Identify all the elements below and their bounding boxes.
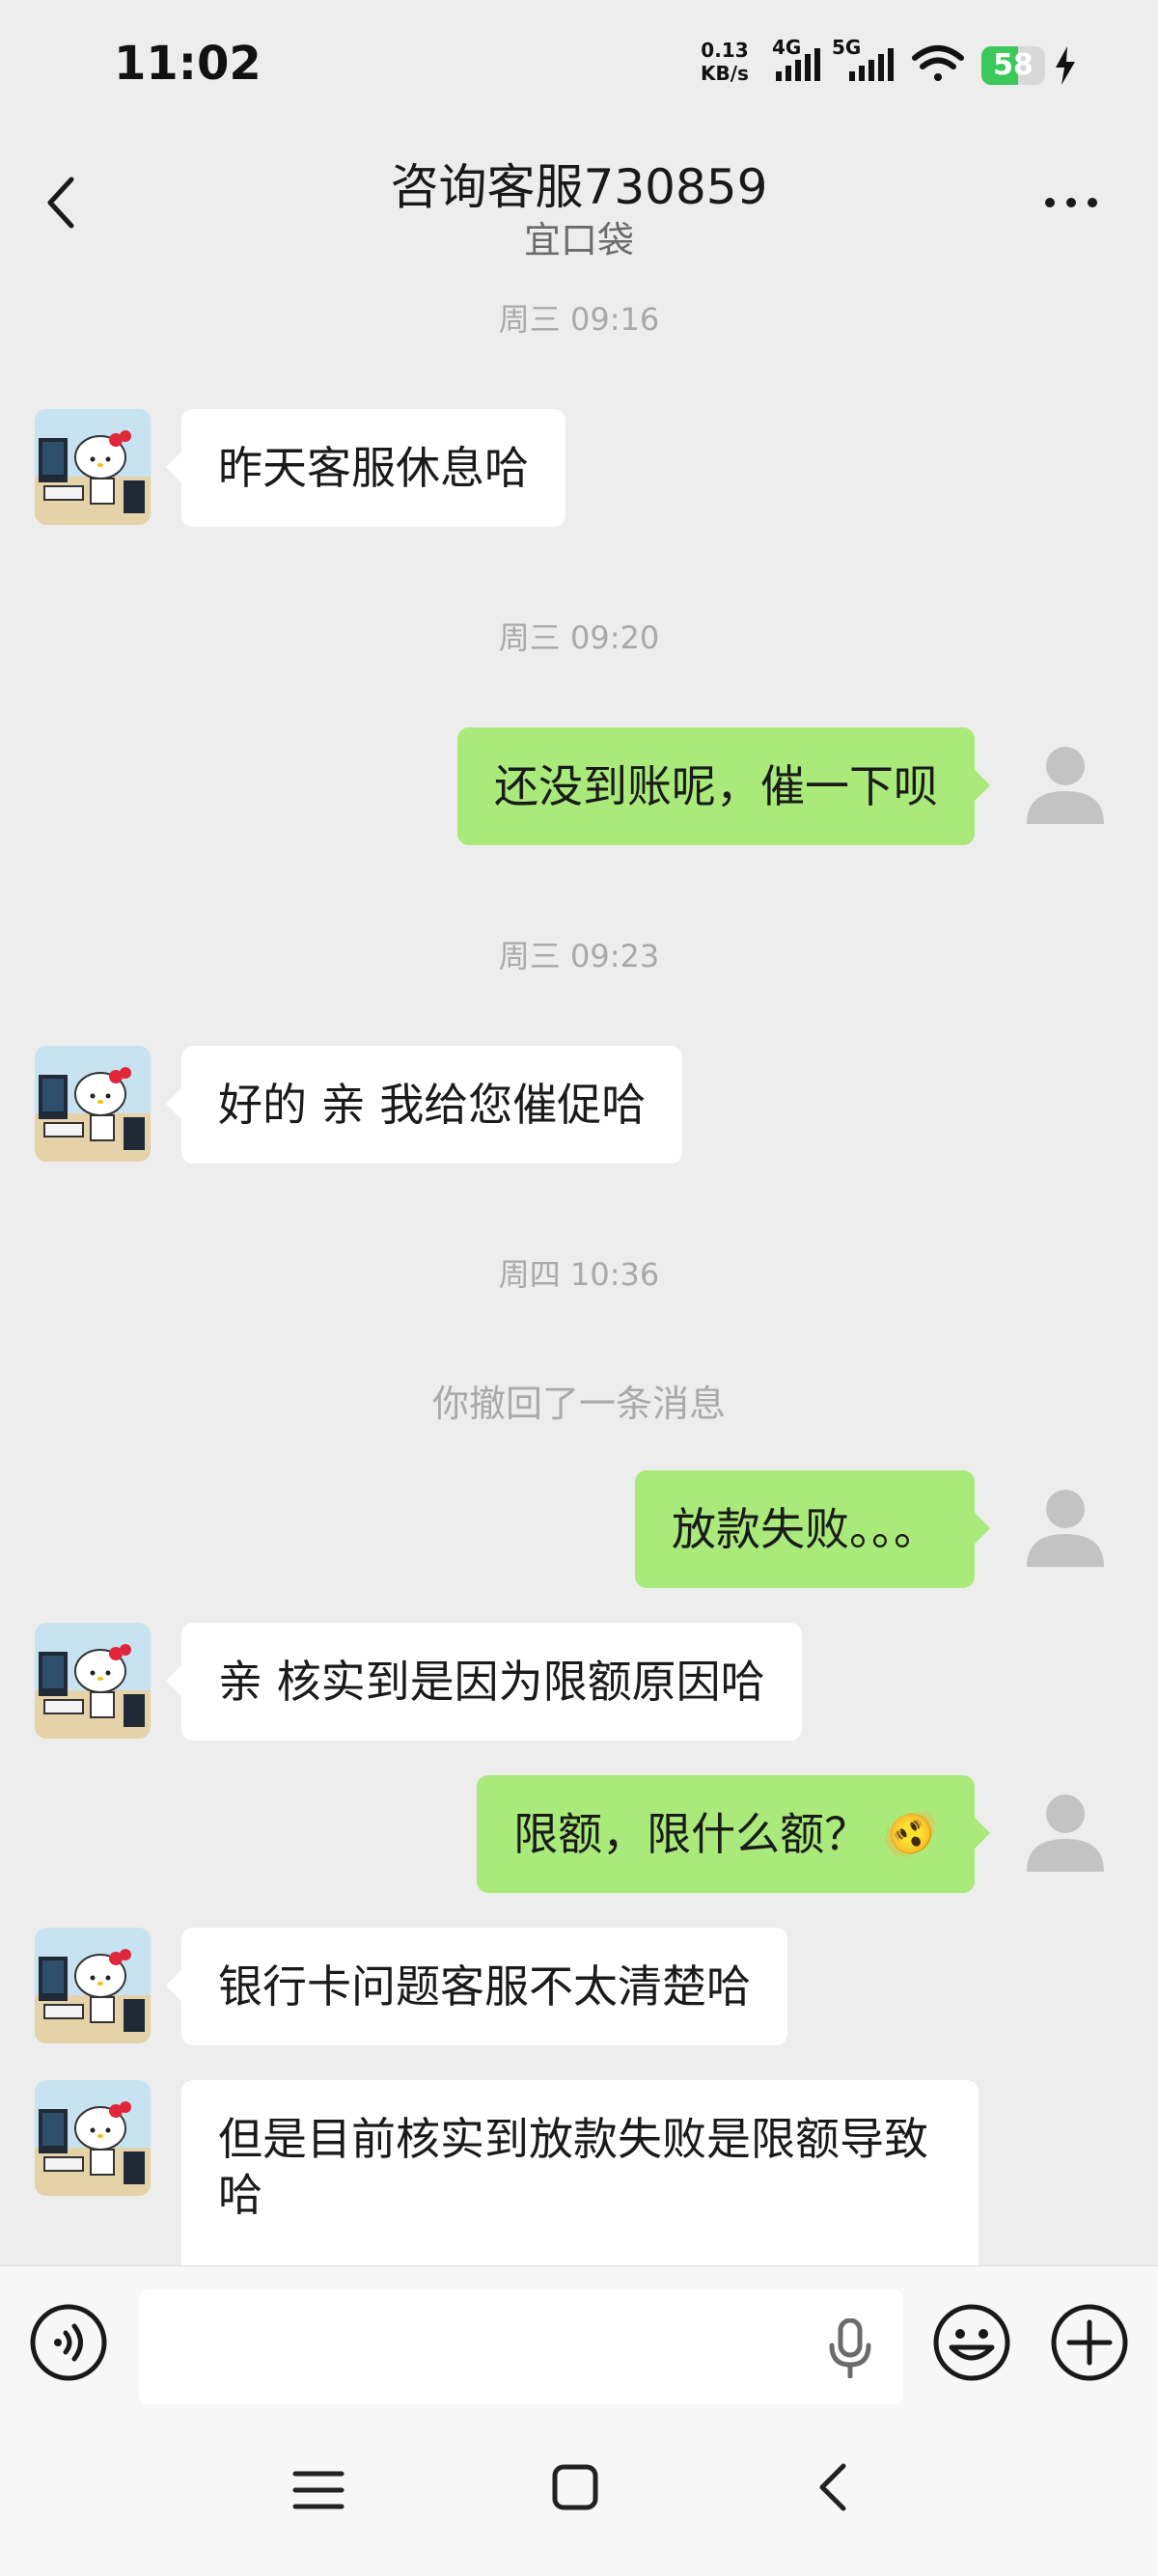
incoming-message[interactable]: 昨天客服休息哈 xyxy=(166,409,565,527)
agent-avatar[interactable] xyxy=(35,409,151,525)
chat-subtitle: 宜口袋 xyxy=(523,219,634,261)
net-speed: 0.13 KB/s xyxy=(701,39,749,85)
user-avatar[interactable] xyxy=(1007,727,1123,843)
recall-notice: 你撤回了一条消息 xyxy=(431,1383,726,1425)
more-dots-icon[interactable] xyxy=(1042,193,1100,212)
agent-avatar[interactable] xyxy=(35,1928,151,2043)
status-time: 11:02 xyxy=(114,37,262,91)
chat-title: 咨询客服730859 xyxy=(390,159,768,215)
agent-avatar[interactable] xyxy=(35,1046,151,1162)
default-user-avatar-icon xyxy=(1027,1795,1104,1872)
incoming-message[interactable]: 但是目前核实到放款失败是限额导致哈 xyxy=(181,2080,979,2265)
hello-kitty-avatar-icon xyxy=(35,1046,151,1162)
user-avatar[interactable] xyxy=(1007,1775,1123,1891)
sim2-label: 5G xyxy=(832,37,861,59)
net-speed-value: 0.13 xyxy=(701,39,749,62)
hello-kitty-avatar-icon xyxy=(35,409,151,525)
battery-icon: 58 xyxy=(981,46,1045,85)
hello-kitty-avatar-icon xyxy=(35,1928,151,2043)
net-speed-unit: KB/s xyxy=(701,62,749,85)
hello-kitty-avatar-icon xyxy=(35,1623,151,1739)
plus-icon[interactable] xyxy=(1050,2303,1129,2382)
timestamp: 周三 09:16 xyxy=(498,301,660,338)
voice-icon[interactable] xyxy=(29,2303,108,2382)
outgoing-message[interactable]: 限额，限什么额？ 🫨 xyxy=(477,1775,990,1893)
agent-avatar[interactable] xyxy=(35,1623,151,1739)
message-input[interactable] xyxy=(139,2289,903,2405)
shaking-face-emoji-icon: 🫨 xyxy=(882,1808,938,1860)
system-nav-bar xyxy=(0,2404,1158,2576)
status-bar: 11:02 0.13 KB/s 4G 5G 58 xyxy=(0,0,1158,135)
timestamp: 周三 09:20 xyxy=(498,619,660,656)
agent-avatar[interactable] xyxy=(35,2080,151,2196)
outgoing-message[interactable]: 放款失败。。。 xyxy=(635,1470,990,1588)
microphone-icon[interactable] xyxy=(826,2318,874,2378)
user-avatar[interactable] xyxy=(1007,1470,1123,1586)
emoji-icon[interactable] xyxy=(932,2303,1011,2382)
chat-header: 咨询客服730859 宜口袋 xyxy=(0,135,1158,270)
sim1-label: 4G xyxy=(772,37,801,59)
nav-back-icon[interactable] xyxy=(813,2460,851,2514)
incoming-message[interactable]: 好的 亲 我给您催促哈 xyxy=(165,1046,683,1164)
timestamp: 周四 10:36 xyxy=(498,1256,660,1293)
timestamp: 周三 09:23 xyxy=(498,938,660,974)
hello-kitty-avatar-icon xyxy=(35,2080,151,2196)
recent-apps-icon[interactable] xyxy=(290,2466,347,2514)
battery-text: 58 xyxy=(993,48,1034,82)
default-user-avatar-icon xyxy=(1027,1490,1104,1567)
home-icon[interactable] xyxy=(550,2462,600,2512)
outgoing-message-text: 限额，限什么额？ xyxy=(513,1808,869,1860)
wifi-icon xyxy=(912,45,964,81)
outgoing-message[interactable]: 还没到账呢，催一下呗 xyxy=(457,727,990,845)
default-user-avatar-icon xyxy=(1027,747,1104,824)
input-bar xyxy=(0,2265,1158,2405)
incoming-message[interactable]: 银行卡问题客服不太清楚哈 xyxy=(166,1928,787,2045)
charging-bolt-icon xyxy=(1056,46,1075,85)
incoming-message[interactable]: 亲 核实到是因为限额原因哈 xyxy=(166,1623,802,1740)
